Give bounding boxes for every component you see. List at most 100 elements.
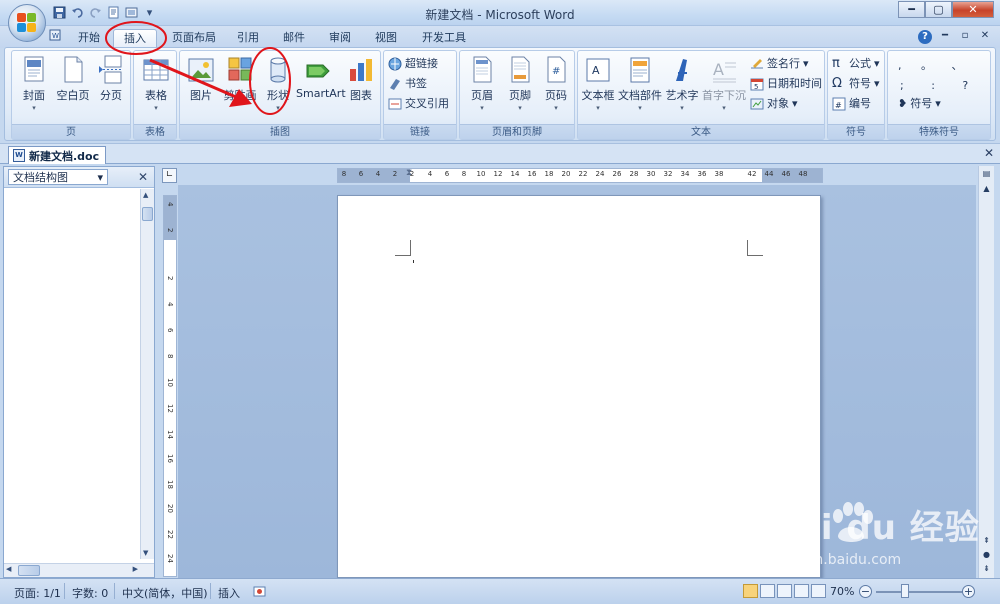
textbox-button[interactable]: A 文本框 ▾	[580, 55, 616, 119]
office-button[interactable]	[8, 4, 46, 42]
tab-mailings[interactable]: 邮件	[276, 29, 312, 48]
macro-record-icon[interactable]	[253, 585, 266, 601]
navigation-pane-vertical-scrollbar[interactable]: ▲ ▼	[140, 189, 154, 559]
special-symbols-more-button[interactable]: ❥ 符号 ▾	[898, 95, 941, 113]
ribbon-minimize-icon[interactable]: ━	[938, 30, 952, 44]
close-pane-icon[interactable]: ✕	[138, 170, 148, 184]
outline-view-icon[interactable]	[794, 584, 809, 598]
zoom-in-icon[interactable]: +	[962, 585, 975, 598]
shapes-button[interactable]: 形状 ▾	[262, 55, 294, 119]
numbering-button[interactable]: # 编号	[832, 95, 871, 113]
cover-page-button[interactable]: 封面 ▾	[16, 55, 52, 119]
doc-close-icon[interactable]: ✕	[978, 30, 992, 44]
draft-view-icon[interactable]	[811, 584, 826, 598]
signature-line-button[interactable]: 签名行 ▾	[750, 55, 809, 73]
blank-page-button[interactable]: 空白页	[54, 55, 92, 119]
footer-button[interactable]: 页脚 ▾	[502, 55, 538, 119]
status-separator	[210, 583, 211, 599]
scroll-left-icon[interactable]: ◀	[6, 565, 11, 573]
page-number-button[interactable]: # 页码 ▾	[540, 55, 572, 119]
horizontal-ruler[interactable]: ⧗ 8 6 4 2 2 4 6 8 10 12 14 16 18 20 22 24 26 28 30 32 34 36 38…	[337, 168, 823, 183]
quick-parts-button[interactable]: 文档部件 ▾	[618, 55, 662, 119]
object-button[interactable]: 对象 ▾	[750, 95, 798, 113]
zoom-slider-track[interactable]	[876, 591, 962, 593]
shapes-icon	[270, 57, 286, 83]
equation-button[interactable]: π 公式 ▾	[832, 55, 880, 73]
zoom-level[interactable]: 70%	[830, 585, 854, 598]
page-break-button[interactable]: 分页	[94, 55, 128, 119]
header-button[interactable]: 页眉 ▾	[464, 55, 500, 119]
ruler-tick-label: 8	[461, 170, 467, 178]
close-button[interactable]: ✕	[952, 1, 994, 18]
ruler-tick-label: 18	[544, 170, 554, 178]
scrollbar-thumb[interactable]	[18, 565, 40, 576]
clipart-button[interactable]: 剪贴画	[220, 55, 260, 119]
drop-cap-button[interactable]: A 首字下沉 ▾	[702, 55, 746, 119]
ruler-tick-label: 8	[341, 170, 347, 178]
wordart-button[interactable]: 艺术字 ▾	[664, 55, 700, 119]
smartart-icon	[306, 64, 330, 78]
ruler-tick-label: 6	[166, 328, 174, 333]
status-insert-mode[interactable]: 插入	[218, 585, 240, 601]
navigation-pane-selector[interactable]: 文档结构图 ▾	[8, 169, 108, 185]
next-page-icon[interactable]: ⇟	[980, 562, 993, 575]
tab-references[interactable]: 引用	[230, 29, 266, 48]
scrollbar-thumb[interactable]	[142, 207, 153, 221]
tab-developer[interactable]: 开发工具	[414, 29, 474, 48]
date-time-button[interactable]: 5 日期和时间	[750, 75, 822, 93]
ruler-tick-label: 14	[166, 430, 174, 439]
svg-text:W: W	[52, 32, 59, 40]
ruler-toggle-icon[interactable]: ▤	[980, 167, 993, 180]
zoom-slider-thumb[interactable]	[901, 584, 909, 598]
picture-button[interactable]: 图片	[184, 55, 218, 119]
ruler-left-margin	[338, 169, 410, 182]
close-document-tab-icon[interactable]: ✕	[984, 146, 994, 160]
document-vertical-scrollbar[interactable]: ▤ ▲ ⇞ ● ⇟	[978, 166, 994, 578]
status-word-count[interactable]: 字数: 0	[72, 585, 108, 601]
tab-view[interactable]: 视图	[368, 29, 404, 48]
special-symbols-row1[interactable]: , 。 、	[898, 57, 971, 75]
status-page-count[interactable]: 页面: 1/1	[14, 585, 61, 601]
previous-page-icon[interactable]: ⇞	[980, 534, 993, 547]
print-layout-view-icon[interactable]	[743, 584, 758, 598]
hyperlink-button[interactable]: 超链接	[388, 55, 438, 73]
scroll-down-icon[interactable]: ▼	[143, 549, 148, 557]
select-browse-object-icon[interactable]: ●	[980, 548, 993, 561]
scroll-up-icon[interactable]: ▲	[980, 182, 993, 195]
minimize-button[interactable]: ━	[898, 1, 925, 18]
symbol-button[interactable]: Ω 符号 ▾	[832, 75, 880, 93]
document-page[interactable]	[337, 195, 821, 578]
maximize-button[interactable]: ▢	[925, 1, 952, 18]
chart-button[interactable]: 图表	[344, 55, 378, 119]
status-language[interactable]: 中文(简体，中国)	[122, 585, 208, 601]
table-button[interactable]: 表格 ▾	[138, 55, 174, 119]
web-layout-view-icon[interactable]	[777, 584, 792, 598]
svg-text:A: A	[713, 60, 724, 79]
help-icon[interactable]: ?	[918, 30, 932, 44]
svg-text:A: A	[592, 64, 600, 77]
navigation-pane-horizontal-scrollbar[interactable]: ◀ ▶	[4, 563, 154, 577]
cross-reference-button[interactable]: 交叉引用	[388, 95, 449, 113]
ribbon-restore-icon[interactable]: ▫	[958, 30, 972, 44]
vertical-ruler[interactable]: 4 2 2 4 6 8 10 12 14 16 18 20 22 24	[163, 195, 177, 577]
ruler-tick-label: 24	[166, 554, 174, 563]
tab-home[interactable]: 开始	[70, 29, 108, 48]
pi-icon: π	[832, 56, 840, 71]
smartart-button[interactable]: SmartArt	[296, 55, 346, 119]
zoom-out-icon[interactable]: −	[859, 585, 872, 598]
special-symbols-row2[interactable]: ; : ?	[900, 77, 980, 95]
paw-logo-icon	[833, 502, 873, 542]
document-tab[interactable]: W 新建文档.doc	[8, 146, 107, 164]
scroll-up-icon[interactable]: ▲	[143, 191, 148, 199]
ruler-tick-label: 48	[798, 170, 808, 178]
ruler-tick-label: 2	[392, 170, 398, 178]
scroll-right-icon[interactable]: ▶	[133, 565, 138, 573]
bookmark-button[interactable]: 书签	[388, 75, 427, 93]
full-screen-reading-view-icon[interactable]	[760, 584, 775, 598]
tab-selector-icon[interactable]: ∟	[162, 168, 177, 183]
tab-page-layout[interactable]: 页面布局	[166, 29, 222, 48]
tab-insert[interactable]: 插入	[113, 29, 157, 48]
ruler-tick-label: 14	[510, 170, 520, 178]
word-doc-small-icon[interactable]: W	[48, 29, 62, 48]
tab-review[interactable]: 审阅	[322, 29, 358, 48]
